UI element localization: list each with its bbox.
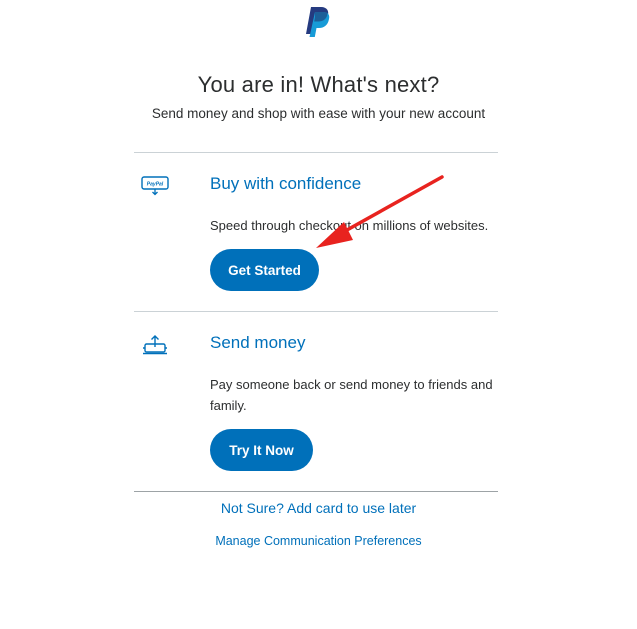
get-started-button[interactable]: Get Started bbox=[210, 249, 319, 291]
send-money-icon bbox=[143, 335, 167, 355]
paypal-logo-icon bbox=[306, 7, 330, 37]
section-title-send: Send money bbox=[210, 333, 306, 352]
divider-top bbox=[134, 152, 498, 153]
welcome-card: You are in! What's next? Send money and … bbox=[0, 0, 637, 629]
divider-bottom bbox=[134, 491, 498, 492]
svg-text:PayPal: PayPal bbox=[147, 182, 164, 188]
paypal-card-icon: PayPal bbox=[141, 176, 169, 196]
page-title: You are in! What's next? bbox=[197, 72, 440, 97]
try-it-now-button[interactable]: Try It Now bbox=[210, 429, 313, 471]
manage-preferences-link[interactable]: Manage Communication Preferences bbox=[0, 534, 637, 548]
section-text-send: Pay someone back or send money to friend… bbox=[210, 377, 493, 413]
divider-middle bbox=[134, 311, 498, 312]
section-title-buy: Buy with confidence bbox=[210, 174, 362, 193]
section-text-buy: Speed through checkout on millions of we… bbox=[210, 218, 489, 233]
page-subtitle: Send money and shop with ease with your … bbox=[151, 106, 486, 121]
page-background: You are in! What's next? Send money and … bbox=[0, 0, 637, 629]
add-card-later-link[interactable]: Not Sure? Add card to use later bbox=[0, 500, 637, 516]
